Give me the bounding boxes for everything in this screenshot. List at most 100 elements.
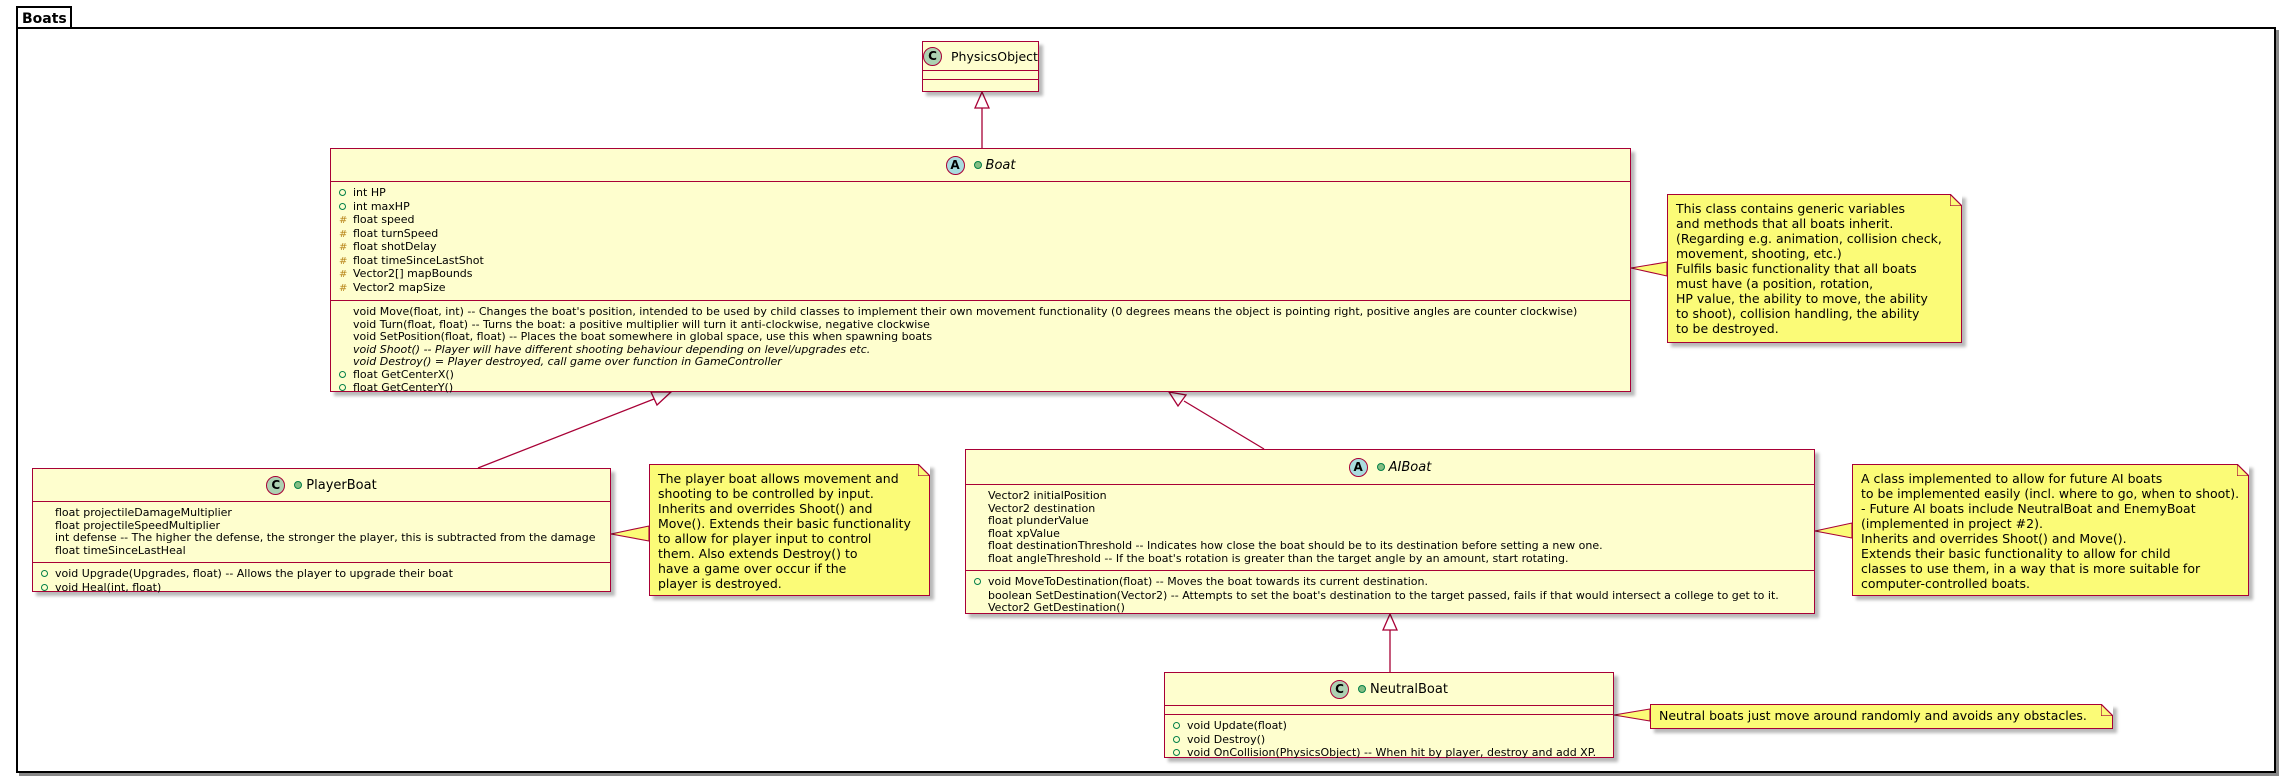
member-text: float speed [353, 213, 415, 226]
note-line: have a game over occur if the [658, 561, 847, 576]
member-text: float turnSpeed [353, 226, 439, 240]
member-text: void MoveToDestination(float) -- Moves t… [988, 575, 1428, 588]
member-text: void SetPosition(float, float) -- Places… [353, 330, 933, 343]
note-line: computer-controlled boats. [1861, 576, 2031, 591]
public-visibility-icon [1173, 721, 1187, 734]
member-text: float projectileSpeedMultiplier [55, 518, 221, 532]
note-boat: This class contains generic variables and… [1667, 193, 1963, 343]
public-visibility-icon [1173, 748, 1187, 761]
class-name: PlayerBoat [306, 477, 377, 493]
class-aiboat[interactable]: A AIBoat Vector2 initialPosition Vector2 … [965, 449, 1815, 614]
public-visibility-icon [339, 383, 353, 396]
member-text: void Destroy() = Player destroyed, call … [353, 355, 782, 368]
class-member: void MoveToDestination(float) -- Moves t… [974, 575, 1806, 590]
note-line: player is destroyed. [658, 576, 782, 591]
class-member: float plunderValue [974, 514, 1806, 528]
note-line: Extends their basic functionality to all… [1861, 546, 2171, 561]
member-text: float xpValue [988, 526, 1060, 540]
note-line: classes to use them, in a way that is mo… [1861, 561, 2201, 576]
note-line: Inherits and overrides Shoot() and Move(… [1861, 531, 2127, 546]
class-member: Vector2 initialPosition [974, 489, 1806, 503]
class-fields: float projectileDamageMultiplier float pr… [33, 502, 610, 563]
member-text: Vector2 initialPosition [988, 489, 1107, 502]
class-header: C PlayerBoat [33, 469, 610, 502]
note-line: - Future AI boats include NeutralBoat an… [1861, 501, 2196, 516]
member-text: void Destroy() [1187, 732, 1266, 746]
note-line: The player boat allows movement and [658, 471, 899, 486]
member-text: float shotDelay [353, 240, 437, 253]
class-member: float speed [339, 213, 1622, 228]
class-badge: C [266, 475, 286, 495]
protected-visibility-icon [339, 283, 353, 296]
member-text: float timeSinceLastHeal [55, 543, 186, 557]
member-text: Vector2 destination [988, 501, 1096, 515]
class-playerboat[interactable]: C PlayerBoat float projectileDamageMulti… [32, 468, 611, 593]
protected-visibility-icon [339, 269, 353, 282]
member-text: void Heal(int, float) [55, 580, 162, 594]
note-line: shooting to be controlled by input. [658, 486, 874, 501]
class-member: void Heal(int, float) [41, 580, 602, 596]
note-line: to be destroyed. [1676, 321, 1779, 336]
note-fold-corner [2237, 463, 2250, 476]
note-line: HP value, the ability to move, the abili… [1676, 291, 1928, 306]
member-text: void Shoot() -- Player will have differe… [353, 342, 871, 356]
note-line: Neutral boats just move around randomly … [1659, 708, 2087, 723]
inheritance-playerboat-boat [477, 391, 673, 469]
class-boat[interactable]: A Boat int HPint maxHPfloat speedfloat t… [330, 148, 1631, 394]
class-member: float shotDelay [339, 240, 1622, 255]
class-fields: int HPint maxHPfloat speedfloat turnSpee… [331, 182, 1630, 301]
public-visibility-icon [1358, 685, 1367, 693]
class-member: float turnSpeed [339, 226, 1622, 242]
protected-visibility-icon [339, 229, 353, 242]
protected-visibility-icon [339, 242, 353, 255]
public-visibility-icon [339, 370, 353, 383]
class-member: Vector2 mapSize [339, 281, 1622, 296]
class-name: AIBoat [1388, 459, 1432, 475]
class-member: void Destroy() = Player destroyed, call … [339, 355, 1622, 369]
class-member: float GetCenterY() [339, 381, 1622, 396]
class-member: float angleThreshold -- If the boat's ro… [974, 551, 1806, 566]
member-text: void Move(float, int) -- Changes the boa… [353, 305, 1578, 318]
note-line: A class implemented to allow for future … [1861, 471, 2163, 486]
class-member: Vector2 GetDestination() [974, 601, 1806, 615]
class-neutralboat[interactable]: C NeutralBoat void Update(float) void Des… [1164, 672, 1614, 759]
note-line: This class contains generic variables [1676, 201, 1906, 216]
public-visibility-icon [339, 188, 353, 201]
class-methods-empty [923, 80, 1038, 88]
inheritance-neutralboat-aiboat [1382, 612, 1398, 672]
class-member: float GetCenterX() [339, 368, 1622, 383]
class-fields-empty [923, 71, 1038, 80]
note-playerboat: The player boat allows movement and shoot… [649, 463, 931, 596]
class-member: void Upgrade(Upgrades, float) -- Allows … [41, 567, 602, 582]
member-text: void Turn(float, float) -- Turns the boa… [353, 317, 930, 331]
note-aiboat: A class implemented to allow for future … [1852, 463, 2250, 596]
member-text: float plunderValue [988, 514, 1089, 527]
class-fields: Vector2 initialPosition Vector2 destinati… [966, 485, 1814, 571]
class-header: A AIBoat [966, 450, 1814, 485]
note-fold-corner [1950, 193, 1963, 206]
class-badge: A [1348, 457, 1368, 477]
class-member: Vector2[] mapBounds [339, 267, 1622, 282]
member-text: float angleThreshold -- If the boat's ro… [988, 551, 1569, 565]
class-member: float timeSinceLastHeal [41, 543, 602, 558]
class-badge: C [1330, 679, 1350, 699]
class-name: NeutralBoat [1370, 681, 1448, 697]
note-line: movement, shooting, etc.) [1676, 246, 1842, 261]
class-methods: void MoveToDestination(float) -- Moves t… [966, 571, 1814, 620]
class-member: int maxHP [339, 199, 1622, 215]
member-text: void Update(float) [1187, 719, 1287, 732]
member-text: int HP [353, 186, 386, 199]
class-physicsobject[interactable]: C PhysicsObject [922, 41, 1039, 92]
class-member: Vector2 destination [974, 501, 1806, 516]
inheritance-boat-physicsobject [974, 90, 990, 148]
member-text: void OnCollision(PhysicsObject) -- When … [1187, 746, 1597, 759]
class-methods: void Move(float, int) -- Changes the boa… [331, 301, 1630, 401]
member-text: int maxHP [353, 199, 410, 213]
member-text: void Upgrade(Upgrades, float) -- Allows … [55, 567, 453, 580]
class-member: void OnCollision(PhysicsObject) -- When … [1173, 746, 1605, 761]
inheritance-aiboat-boat [1167, 391, 1265, 450]
class-name: PhysicsObject [951, 48, 1038, 64]
class-header: C NeutralBoat [1165, 673, 1613, 706]
class-member: int HP [339, 186, 1622, 201]
class-methods: void Update(float) void Destroy() void OnC… [1165, 715, 1613, 766]
